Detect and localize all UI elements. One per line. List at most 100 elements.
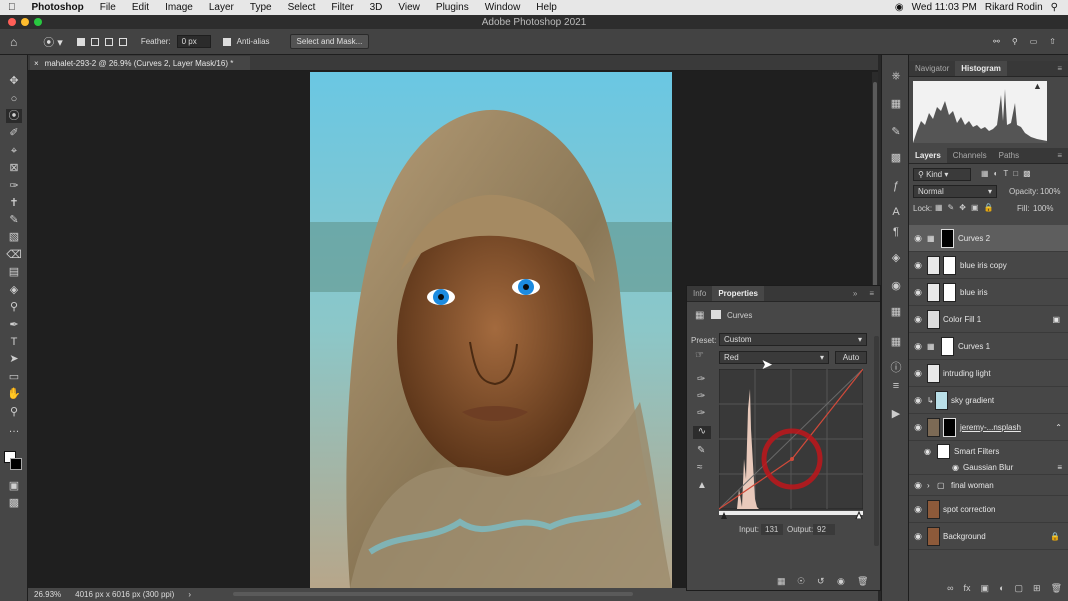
add-mask-icon[interactable]: ▣ bbox=[981, 583, 990, 599]
add-selection-icon[interactable] bbox=[90, 37, 99, 46]
layer-row-jeremy[interactable]: ◉ jeremy-...nsplash ⌃ bbox=[909, 414, 1068, 441]
collapse-icon[interactable]: » bbox=[847, 286, 863, 301]
filter-mask-thumb[interactable] bbox=[937, 443, 950, 459]
visibility-eye-icon[interactable]: ◉ bbox=[909, 260, 927, 271]
histogram-menu-icon[interactable]: ≡ bbox=[1051, 61, 1068, 76]
history-panel-icon[interactable]: ⎈ bbox=[889, 69, 903, 83]
layer-row-color-fill-1[interactable]: ◉ Color Fill 1 ▣ bbox=[909, 306, 1068, 333]
clock[interactable]: Wed 11:03 PM bbox=[912, 2, 977, 13]
actions-panel-icon[interactable]: ▶ bbox=[889, 407, 903, 421]
menu-type[interactable]: Type bbox=[242, 2, 280, 13]
new-adjustment-icon[interactable]: ◐ bbox=[999, 583, 1004, 599]
info-panel-icon[interactable]: ⓘ bbox=[889, 361, 903, 375]
feather-input[interactable]: 0 px bbox=[176, 35, 211, 48]
document-image[interactable] bbox=[310, 72, 672, 588]
share-icon[interactable]: ⚯ bbox=[993, 37, 1000, 46]
quick-mask-icon[interactable]: ▣ bbox=[6, 479, 22, 493]
zoom-level[interactable]: 26.93% bbox=[34, 590, 61, 599]
blur-tool-icon[interactable]: ◈ bbox=[6, 283, 22, 297]
paragraph-panel-icon[interactable]: ¶ bbox=[889, 225, 903, 239]
minimize-window-icon[interactable] bbox=[21, 18, 29, 26]
adjustments-panel-icon[interactable]: ≡ bbox=[889, 379, 903, 393]
tab-navigator[interactable]: Navigator bbox=[909, 61, 955, 76]
menu-file[interactable]: File bbox=[92, 2, 124, 13]
visibility-eye-icon[interactable]: ◉ bbox=[909, 233, 927, 244]
color-panel-icon[interactable]: ◉ bbox=[889, 279, 903, 293]
workspace-icon[interactable]: ▭ bbox=[1030, 37, 1038, 46]
filter-options-icon[interactable]: ≡ bbox=[1057, 463, 1062, 472]
hand-tool-icon[interactable]: ✋ bbox=[6, 387, 22, 401]
smooth-curve-icon[interactable]: ≈ bbox=[697, 462, 703, 473]
character-panel-icon[interactable]: A bbox=[889, 205, 903, 219]
grid-view-icon[interactable]: ▦ bbox=[889, 335, 903, 349]
layer-mask-thumb[interactable] bbox=[941, 336, 954, 356]
link-layers-icon[interactable]: ∞ bbox=[947, 583, 953, 599]
rectangle-tool-icon[interactable]: ▭ bbox=[6, 370, 22, 384]
menu-view[interactable]: View bbox=[390, 2, 428, 13]
preset-dropdown[interactable]: Custom ▾ bbox=[719, 333, 867, 346]
properties-scrollbar[interactable] bbox=[874, 336, 879, 546]
layer-row-gaussian-blur[interactable]: ◉ Gaussian Blur ≡ bbox=[909, 461, 1068, 475]
fill-value[interactable]: 100% bbox=[1033, 204, 1053, 213]
pen-tool-icon[interactable]: ✒ bbox=[6, 318, 22, 332]
close-window-icon[interactable] bbox=[8, 18, 16, 26]
brush-tool-icon[interactable]: ✎ bbox=[6, 213, 22, 227]
layer-row-sky-gradient[interactable]: ◉ ↳ sky gradient bbox=[909, 387, 1068, 414]
targeted-adjust-icon[interactable]: ☞ bbox=[695, 350, 704, 361]
curve-point[interactable] bbox=[790, 457, 794, 461]
new-selection-icon[interactable] bbox=[76, 37, 85, 46]
menu-image[interactable]: Image bbox=[157, 2, 201, 13]
quick-select-tool-icon[interactable]: ✐ bbox=[6, 126, 22, 140]
eyedropper-tool-icon[interactable]: ✑ bbox=[6, 179, 22, 193]
healing-tool-icon[interactable]: ✝ bbox=[6, 196, 22, 210]
layer-row-intruding-light[interactable]: ◉ intruding light bbox=[909, 360, 1068, 387]
path-select-tool-icon[interactable]: ➤ bbox=[6, 352, 22, 366]
auto-button[interactable]: Auto bbox=[835, 351, 867, 364]
white-point-eyedropper-icon[interactable]: ✑ bbox=[697, 408, 705, 419]
gradient-tool-icon[interactable]: ▤ bbox=[6, 265, 22, 279]
expand-toggle-icon[interactable]: ⌃ bbox=[1055, 423, 1062, 432]
visibility-eye-icon[interactable]: ◉ bbox=[909, 287, 927, 298]
expand-arrow-icon[interactable]: › bbox=[927, 481, 937, 490]
antialias-checkbox[interactable] bbox=[222, 37, 231, 46]
layer-row-smart-filters[interactable]: ◉ Smart Filters bbox=[909, 441, 1068, 461]
screen-mode-icon[interactable]: ▩ bbox=[6, 496, 22, 510]
marquee-tool-icon[interactable]: ○ bbox=[6, 92, 22, 106]
output-value[interactable]: 92 bbox=[813, 524, 835, 535]
subtract-selection-icon[interactable] bbox=[104, 37, 113, 46]
visibility-eye-icon[interactable]: ◉ bbox=[909, 480, 927, 491]
tab-channels[interactable]: Channels bbox=[947, 148, 993, 163]
gray-point-eyedropper-icon[interactable]: ✑ bbox=[697, 391, 705, 402]
grid-panel-icon[interactable]: ▦ bbox=[889, 97, 903, 111]
crop-tool-icon[interactable]: ⌖ bbox=[6, 144, 22, 158]
visibility-eye-icon[interactable]: ◉ bbox=[909, 341, 927, 352]
frame-tool-icon[interactable]: ⊠ bbox=[6, 161, 22, 175]
tab-histogram[interactable]: Histogram bbox=[955, 61, 1007, 76]
lasso-tool-preset-icon[interactable]: ⦿ ▾ bbox=[43, 34, 63, 50]
user-name[interactable]: Rikard Rodin bbox=[985, 2, 1043, 13]
move-tool-icon[interactable]: ✥ bbox=[6, 74, 22, 88]
visibility-eye-icon[interactable]: ◉ bbox=[909, 314, 927, 325]
menu-layer[interactable]: Layer bbox=[201, 2, 242, 13]
menu-select[interactable]: Select bbox=[280, 2, 324, 13]
properties-panel-icon[interactable]: ◈ bbox=[889, 251, 903, 265]
blend-mode-dropdown[interactable]: Normal ▾ bbox=[913, 185, 997, 198]
layer-row-background[interactable]: ◉ Background 🔒 bbox=[909, 523, 1068, 550]
histogram-warning-icon[interactable]: ▲ bbox=[1033, 81, 1042, 91]
intersect-selection-icon[interactable] bbox=[118, 37, 127, 46]
fx-panel-icon[interactable]: ƒ bbox=[889, 179, 903, 193]
filter-icons[interactable]: ▦◐T□▩ bbox=[981, 169, 1036, 178]
delete-adjustment-icon[interactable]: 🗑 bbox=[857, 576, 868, 587]
tab-properties[interactable]: Properties bbox=[712, 286, 764, 301]
share-doc-icon[interactable]: ⇧ bbox=[1049, 37, 1056, 46]
zoom-window-icon[interactable] bbox=[34, 18, 42, 26]
lasso-tool-icon[interactable]: ⦿ bbox=[6, 109, 22, 123]
tab-paths[interactable]: Paths bbox=[993, 148, 1025, 163]
clone-panel-icon[interactable]: ▩ bbox=[889, 151, 903, 165]
zoom-tool-icon[interactable]: ⚲ bbox=[6, 405, 22, 419]
horizontal-scrollbar[interactable] bbox=[233, 592, 633, 596]
document-tab[interactable]: × mahalet-293-2 @ 26.9% (Curves 2, Layer… bbox=[30, 56, 250, 70]
menu-help[interactable]: Help bbox=[528, 2, 565, 13]
input-value[interactable]: 131 bbox=[761, 524, 783, 535]
dodge-tool-icon[interactable]: ⚲ bbox=[6, 300, 22, 314]
